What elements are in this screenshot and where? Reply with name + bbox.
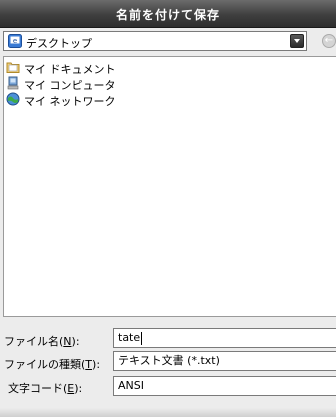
list-item-my-documents[interactable]: マイ ドキュメント <box>6 59 146 76</box>
encoding-label: 文字コード(E): <box>8 382 83 395</box>
window-bottom-edge <box>0 408 336 417</box>
svg-text:e: e <box>13 37 17 45</box>
computer-icon <box>7 76 19 90</box>
location-dropdown[interactable]: e デスクトップ <box>3 31 307 51</box>
list-item-my-computer[interactable]: マイ コンピュータ <box>6 75 146 92</box>
desktop-icon: e <box>8 34 22 48</box>
list-item-label: マイ ネットワーク <box>24 95 116 108</box>
filetype-label: ファイルの種類(T): <box>4 358 101 371</box>
filename-label: ファイル名(N): <box>4 335 80 348</box>
network-globe-icon <box>6 92 20 106</box>
filename-input[interactable]: tate <box>113 328 336 348</box>
chevron-down-icon[interactable] <box>290 34 304 48</box>
window-title: 名前を付けて保存 <box>115 8 220 22</box>
location-label: デスクトップ <box>26 37 92 50</box>
toolbar: e デスクトップ ← <box>0 28 336 54</box>
encoding-select[interactable]: ANSI <box>113 376 336 396</box>
save-form: ファイル名(N): tate ファイルの種類(T): テキスト文書 (*.txt… <box>0 320 336 417</box>
title-bar: 名前を付けて保存 <box>0 0 336 28</box>
filetype-select[interactable]: テキスト文書 (*.txt) <box>113 351 336 371</box>
folder-icon <box>6 62 20 73</box>
list-item-my-network[interactable]: マイ ネットワーク <box>6 91 146 108</box>
file-list[interactable]: マイ ドキュメント マイ コンピュータ マイ ネットワーク <box>3 56 336 317</box>
back-arrow-icon[interactable]: ← <box>322 34 336 48</box>
